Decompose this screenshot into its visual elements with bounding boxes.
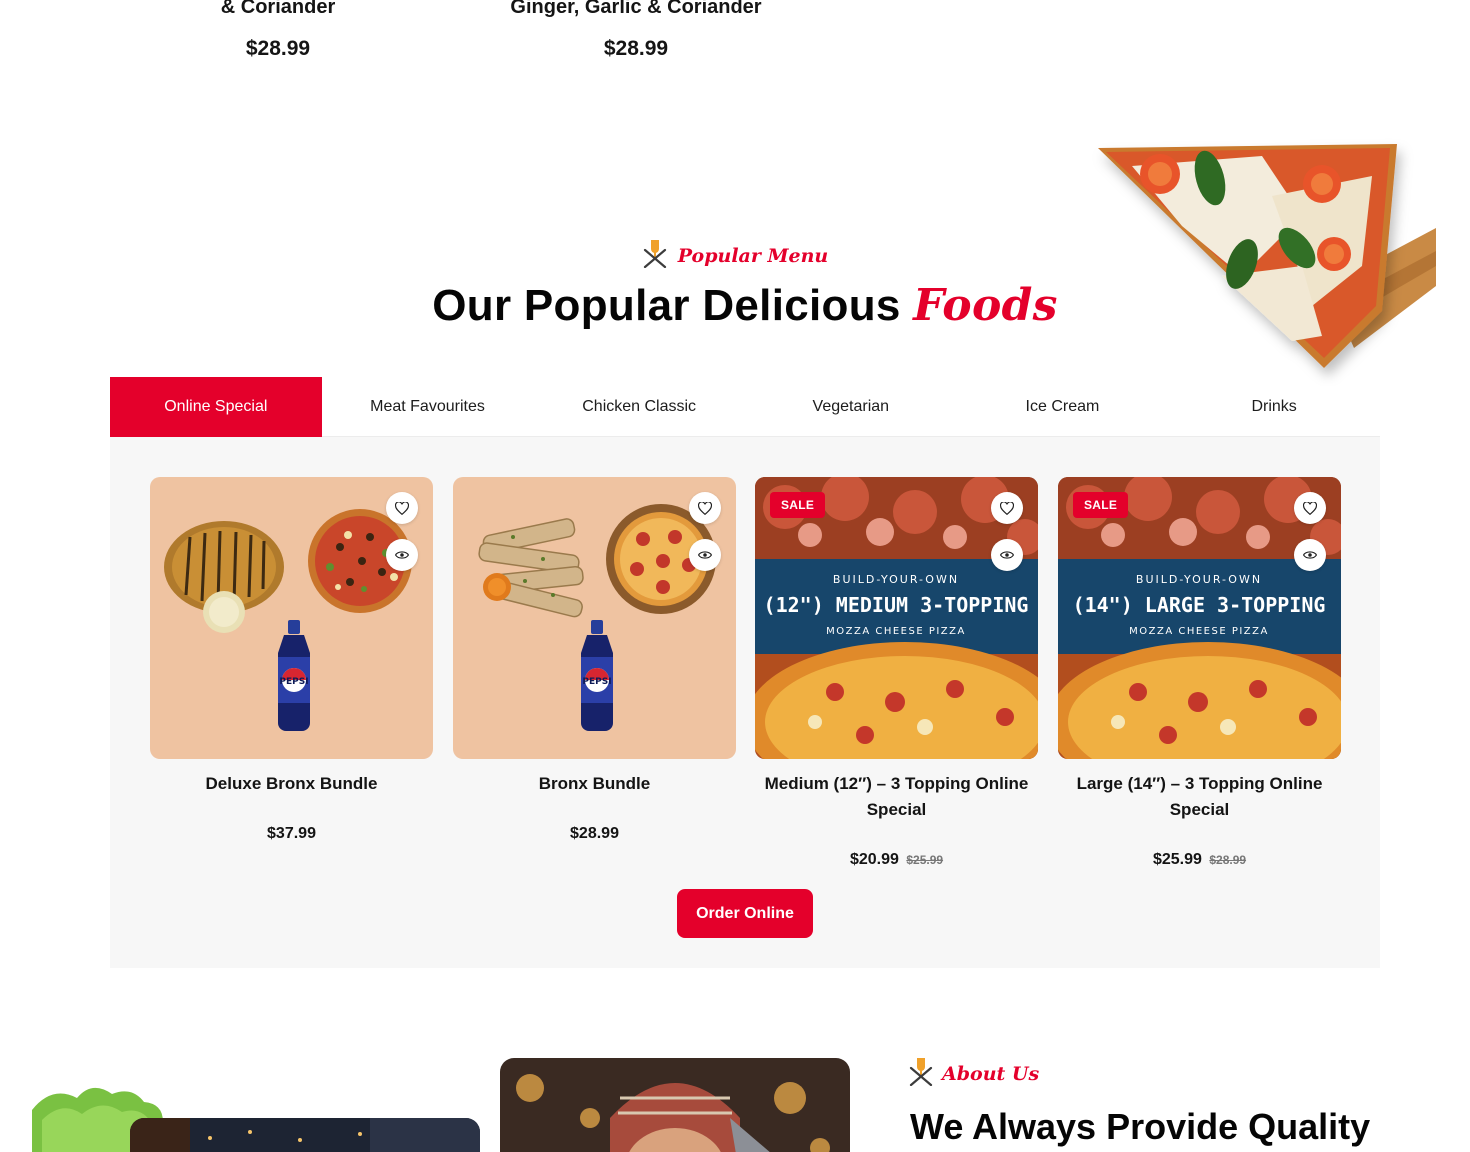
banner-bottom-text: MOZZA CHEESE PIZZA [826,626,966,637]
menu-category-tabs: Online Special Meat Favourites Chicken C… [110,377,1380,437]
section-subtitle: Popular Menu [0,238,1470,273]
heart-icon [1000,501,1014,515]
heart-icon [1303,501,1317,515]
eye-icon [1303,551,1317,559]
old-price: $28.99 [1209,853,1247,867]
product-name[interactable]: & Coriander [98,0,458,19]
product-price: $28.99 [603,37,669,60]
about-image-person [500,1058,850,1152]
product-card[interactable]: BUILD-YOUR-OWN (12") MEDIUM 3-TOPPING MO… [755,477,1038,869]
heart-icon [698,501,712,515]
wishlist-button[interactable] [1294,492,1326,524]
tab-vegetarian[interactable]: Vegetarian [745,377,957,437]
tab-drinks[interactable]: Drinks [1168,377,1380,437]
current-price: $25.99 [1152,851,1202,868]
product-image[interactable]: BUILD-YOUR-OWN (14") LARGE 3-TOPPING MOZ… [1058,477,1341,759]
product-name[interactable]: Ginger, Garlic & Coriander [456,0,816,19]
product-name[interactable]: Deluxe Bronx Bundle [150,771,433,797]
quick-view-button[interactable] [386,539,418,571]
pepsi-logo-text: PEPSI [582,677,611,687]
product-card[interactable]: PEPSI Bronx Bundle $28.99 [453,477,736,843]
product-name[interactable]: Bronx Bundle [453,771,736,797]
order-online-button[interactable]: Order Online [677,889,813,938]
product-card[interactable]: PEPSI Deluxe Bronx Bundle $37.99 [150,477,433,843]
banner-top-text: BUILD-YOUR-OWN [833,573,959,586]
tab-ice-cream[interactable]: Ice Cream [957,377,1169,437]
section-subtitle-text: Popular Menu [677,244,829,267]
product-image[interactable]: PEPSI [453,477,736,759]
product-name[interactable]: Medium (12″) – 3 Topping Online Special [755,771,1038,823]
pepsi-logo-text: PEPSI [279,677,308,687]
quick-view-button[interactable] [1294,539,1326,571]
current-price: $20.99 [849,851,899,868]
wishlist-button[interactable] [386,492,418,524]
quick-view-button[interactable] [689,539,721,571]
current-price: $28.99 [570,825,619,842]
product-image[interactable]: BUILD-YOUR-OWN (12") MEDIUM 3-TOPPING MO… [755,477,1038,759]
eye-icon [698,551,712,559]
eye-icon [395,551,409,559]
tab-meat-favourites[interactable]: Meat Favourites [322,377,534,437]
heart-icon [395,501,409,515]
sale-badge: SALE [1073,492,1129,518]
about-subtitle: About Us [908,1056,1039,1091]
quick-view-button[interactable] [991,539,1023,571]
about-image-restaurant [130,1118,480,1152]
banner-top-text: BUILD-YOUR-OWN [1136,573,1262,586]
chef-fork-knife-icon [908,1056,934,1091]
tab-chicken-classic[interactable]: Chicken Classic [533,377,745,437]
product-price: $28.99 [453,825,736,843]
section-title-main: Our Popular Delicious [432,281,901,330]
wishlist-button[interactable] [991,492,1023,524]
product-price: $25.99 $28.99 [1058,851,1341,869]
section-title-accent: Foods [913,280,1058,331]
section-title: Our Popular Delicious Foods [0,280,1470,331]
about-title: We Always Provide Quality [910,1106,1371,1147]
product-price: $20.99 $25.99 [755,851,1038,869]
eye-icon [1000,551,1014,559]
wishlist-button[interactable] [689,492,721,524]
sale-badge: SALE [770,492,826,518]
banner-bottom-text: MOZZA CHEESE PIZZA [1129,626,1269,637]
banner-main-text: (12") MEDIUM 3-TOPPING [764,593,1029,617]
product-price: $28.99 [245,37,311,60]
product-card[interactable]: BUILD-YOUR-OWN (14") LARGE 3-TOPPING MOZ… [1058,477,1341,869]
current-price: $37.99 [267,825,316,842]
product-price: $37.99 [150,825,433,843]
chef-fork-knife-icon [642,238,668,273]
product-grid-panel: PEPSI Deluxe Bronx Bundle $37.99 PEPSI B… [110,437,1380,968]
banner-main-text: (14") LARGE 3-TOPPING [1073,593,1326,617]
product-name[interactable]: Large (14″) – 3 Topping Online Special [1058,771,1341,823]
tab-online-special[interactable]: Online Special [110,377,322,437]
old-price: $25.99 [906,853,944,867]
about-subtitle-text: About Us [942,1062,1040,1085]
product-image[interactable]: PEPSI [150,477,433,759]
